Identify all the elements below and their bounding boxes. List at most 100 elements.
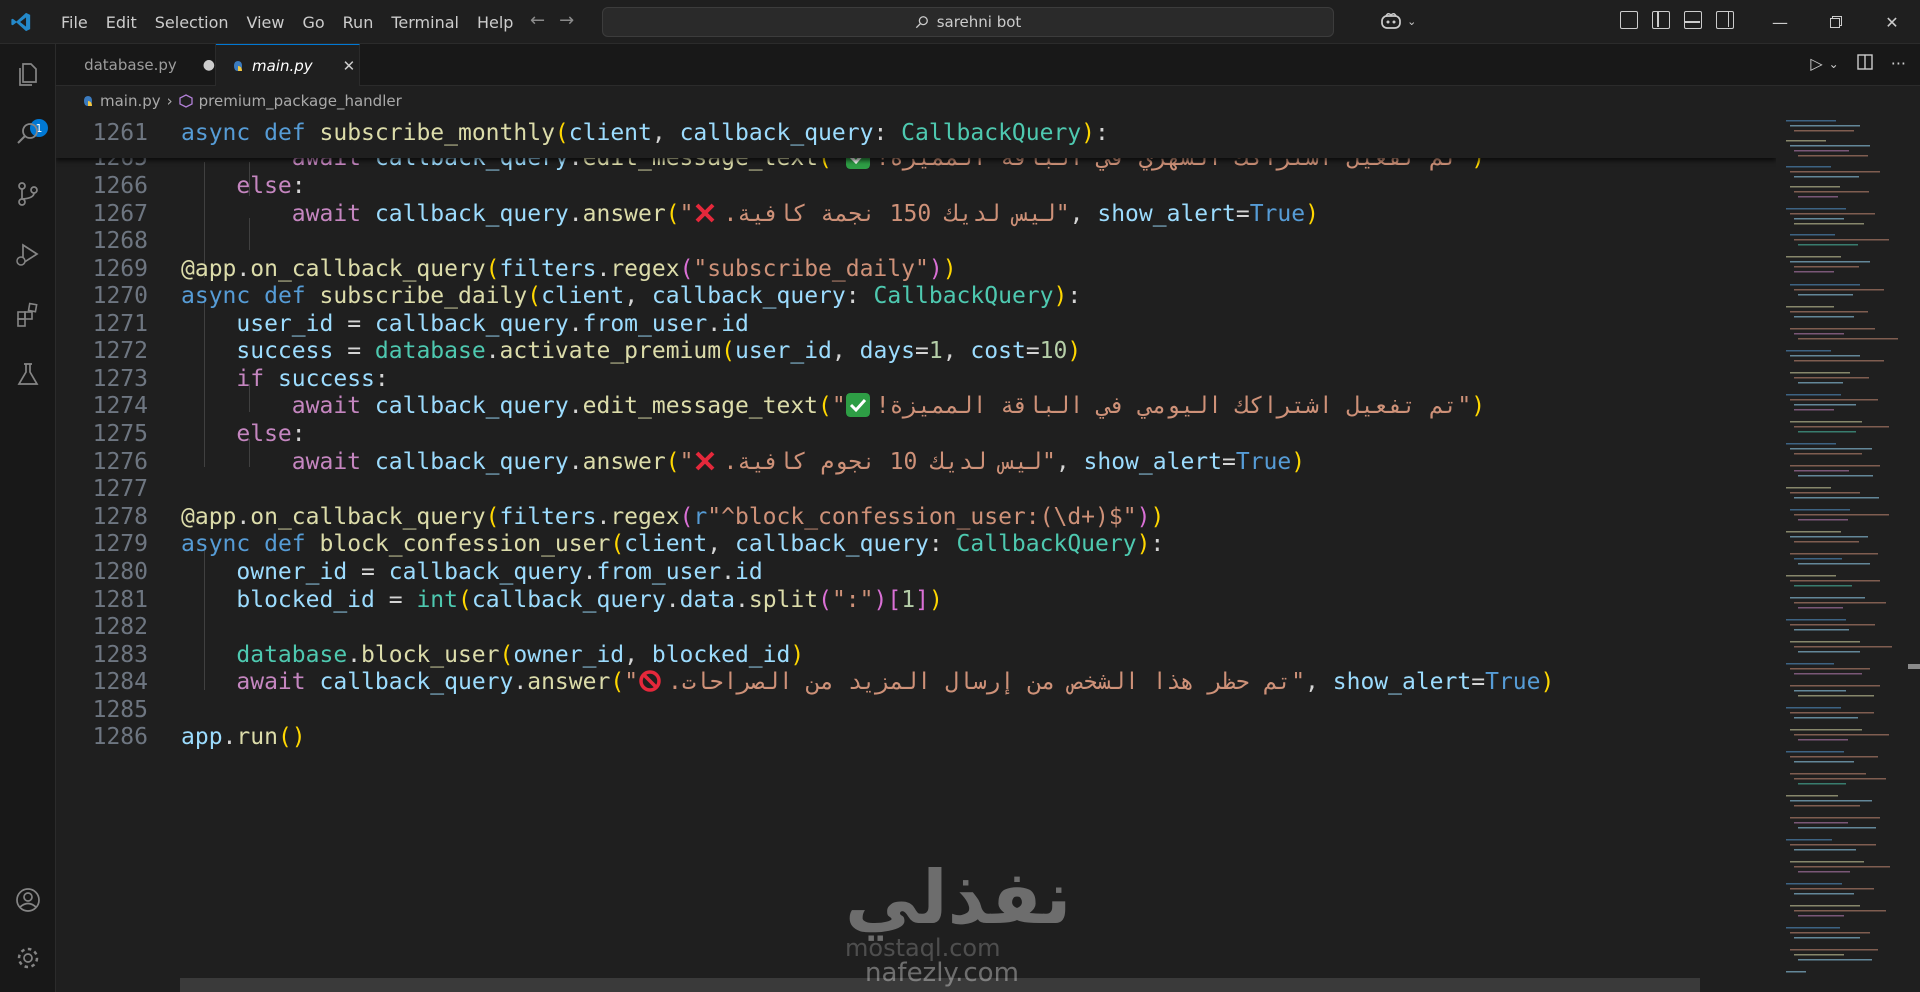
tab-label: main.py [252, 56, 313, 75]
title-bar: File Edit Selection View Go Run Terminal… [0, 0, 1920, 44]
code-text: await callback_query.edit_message_text("… [291, 392, 1486, 419]
line-number: 1275 [92, 421, 148, 447]
breadcrumb-symbol[interactable]: premium_package_handler [199, 92, 402, 110]
menu-go[interactable]: Go [293, 13, 333, 32]
line-number: 1270 [92, 283, 148, 309]
menu-view[interactable]: View [238, 13, 294, 32]
line-number: 1286 [92, 724, 148, 750]
vertical-scrollbar[interactable] [1906, 116, 1920, 992]
toggle-primary-sidebar-icon[interactable] [1652, 11, 1670, 29]
code-text: @app.on_callback_query(filters.regex(r"^… [181, 504, 1165, 530]
breadcrumb-file[interactable]: main.py [100, 92, 161, 110]
menu-help[interactable]: Help [468, 13, 522, 32]
copilot-icon [1381, 12, 1401, 29]
customize-layout-icon[interactable] [1620, 11, 1638, 29]
tab-main-py[interactable]: main.py ✕ [216, 44, 360, 86]
code-text: async def subscribe_daily(client, callba… [181, 283, 1082, 309]
copilot-menu[interactable]: ⌄ [1380, 10, 1416, 30]
python-file-icon [84, 96, 92, 106]
arabic-blocked: .تم حظر هذا الشخص من إرسال المزيد من الص… [668, 669, 1292, 695]
minimap-content [1786, 120, 1898, 973]
code-text: async def block_confession_user(client, … [181, 531, 1165, 557]
restore-button[interactable] [1808, 0, 1864, 44]
scrollbar-thumb[interactable] [1908, 664, 1920, 669]
nafezly-watermark: نفذلي mostaql.com nafezly.com [835, 858, 1095, 988]
symbol-module-icon [179, 94, 193, 108]
code-text: if success: [236, 366, 389, 392]
prohibited-emoji-icon [639, 669, 661, 692]
search-icon[interactable] [14, 120, 42, 148]
history-navigation: ← → [530, 10, 574, 31]
menu-bar: File Edit Selection View Go Run Terminal… [52, 0, 522, 44]
watermark-text: nafezly.com [865, 958, 1019, 988]
code-text: await callback_query.answer(" .ليس لديك 1… [291, 201, 1319, 227]
line-number: 1268 [92, 228, 148, 254]
check-mark-emoji-icon [845, 392, 870, 417]
unsaved-dot-icon[interactable]: ● [203, 57, 215, 73]
minimap[interactable] [1776, 116, 1906, 992]
line-number: 1266 [92, 173, 148, 199]
code-line: 1286 app.run() [56, 720, 306, 754]
arabic-daily-success: !تم تفعيل اشتراكك اليومي في الباقة الممي… [875, 393, 1458, 419]
menu-terminal[interactable]: Terminal [382, 13, 468, 32]
line-number: 1279 [92, 531, 148, 557]
code-text: else: [236, 421, 306, 447]
code-line: 1261 async def subscribe_monthly(client,… [56, 116, 1109, 150]
line-number: 1282 [92, 614, 148, 640]
activity-bar: 1 [0, 44, 56, 992]
code-text: database.block_user(owner_id, blocked_id… [236, 642, 805, 668]
run-python-file-icon[interactable]: ▷ [1810, 54, 1822, 73]
code-text: success = database.activate_premium(user… [236, 338, 1082, 364]
explorer-icon[interactable] [14, 60, 42, 88]
code-text: else: [236, 173, 306, 199]
line-number: 1284 [92, 669, 148, 695]
restore-icon [1830, 16, 1842, 28]
menu-run[interactable]: Run [334, 13, 383, 32]
source-control-icon[interactable] [14, 180, 42, 208]
account-icon[interactable] [14, 886, 42, 914]
forward-arrow-icon[interactable]: → [559, 10, 574, 31]
toggle-panel-icon[interactable] [1684, 11, 1702, 29]
back-arrow-icon[interactable]: ← [530, 10, 545, 31]
line-number: 1274 [92, 393, 148, 419]
code-text: await callback_query.answer(" .تم حظر هذا… [236, 669, 1555, 695]
menu-selection[interactable]: Selection [146, 13, 238, 32]
arabic-not-enough-10: .ليس لديك 10 نجوم كافية [723, 449, 1042, 475]
chevron-right-icon: › [166, 92, 173, 110]
line-number: 1261 [92, 120, 148, 146]
close-tab-icon[interactable]: ✕ [343, 57, 356, 75]
cross-mark-emoji-icon [696, 451, 715, 470]
settings-gear-icon[interactable] [14, 944, 42, 972]
code-text: blocked_id = int(callback_query.data.spl… [236, 587, 943, 613]
run-debug-icon[interactable] [14, 240, 42, 268]
vscode-logo-icon[interactable] [10, 11, 32, 33]
extensions-icon[interactable] [14, 300, 42, 328]
editor-actions: ▷ ⌄ ··· [1810, 54, 1906, 73]
code-text: @app.on_callback_query(filters.regex("su… [181, 256, 957, 282]
line-number: 1277 [92, 476, 148, 502]
tab-database-py[interactable]: database.py ● [56, 44, 216, 86]
layout-controls [1620, 11, 1734, 29]
breadcrumb: main.py › premium_package_handler [56, 86, 1920, 116]
python-file-icon [234, 60, 242, 71]
sticky-scroll-header[interactable]: 1261 async def subscribe_monthly(client,… [56, 116, 1776, 158]
code-text: user_id = callback_query.from_user.id [236, 311, 749, 337]
menu-edit[interactable]: Edit [97, 13, 146, 32]
watermark-arabic-logo: نفذلي [845, 855, 1072, 941]
arabic-not-enough-150: .ليس لديك 150 نجمة كافية [723, 201, 1056, 227]
chevron-down-icon: ⌄ [1407, 15, 1417, 28]
more-actions-icon[interactable]: ··· [1891, 54, 1906, 73]
code-text: app.run() [181, 724, 306, 750]
close-window-button[interactable]: ✕ [1864, 0, 1920, 44]
toggle-secondary-sidebar-icon[interactable] [1716, 11, 1734, 29]
tab-label: database.py [84, 56, 177, 74]
chevron-down-icon[interactable]: ⌄ [1829, 57, 1839, 73]
cross-mark-emoji-icon [696, 203, 715, 222]
command-center-search[interactable]: sarehni bot [602, 7, 1334, 37]
search-icon [915, 16, 928, 29]
split-editor-icon[interactable] [1857, 54, 1873, 70]
code-text: owner_id = callback_query.from_user.id [236, 559, 763, 585]
menu-file[interactable]: File [52, 13, 97, 32]
testing-icon[interactable] [14, 360, 42, 388]
minimize-button[interactable]: — [1752, 0, 1808, 44]
